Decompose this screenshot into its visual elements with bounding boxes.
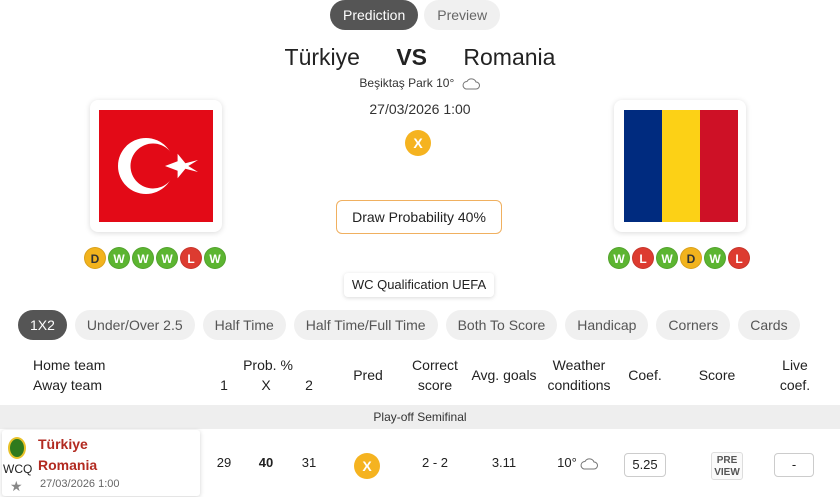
form-badge: D xyxy=(680,247,702,269)
tab-cards[interactable]: Cards xyxy=(738,310,800,340)
section-title: Play-off Semifinal xyxy=(0,405,840,429)
favorite-star-icon[interactable]: ★ xyxy=(10,478,23,495)
away-team-name: Romania xyxy=(463,44,556,70)
row-prob-2: 31 xyxy=(301,455,317,470)
home-team-name: Türkiye xyxy=(284,44,360,70)
header-prob-2: 2 xyxy=(305,377,313,393)
form-badge: W xyxy=(108,247,130,269)
tab-half-full-time[interactable]: Half Time/Full Time xyxy=(293,310,438,340)
header-weather-1: Weather xyxy=(552,357,606,373)
header-prob-1: 1 xyxy=(220,377,228,393)
vs-label: VS xyxy=(396,44,428,70)
team-card[interactable]: WCQ ★ Türkiye Romania 27/03/2026 1:00 xyxy=(2,430,200,496)
form-badge: D xyxy=(84,247,106,269)
header-coef: Coef. xyxy=(628,367,662,383)
match-title: Türkiye VS Romania xyxy=(0,44,840,71)
competition-logo-icon xyxy=(8,437,26,459)
cloud-icon xyxy=(580,458,598,470)
venue-label: Beşiktaş Park 10° xyxy=(359,76,455,90)
tab-prediction[interactable]: Prediction xyxy=(330,0,419,30)
cloud-icon xyxy=(462,78,480,90)
row-prob-1: 29 xyxy=(216,455,232,470)
tab-half-time[interactable]: Half Time xyxy=(202,310,286,340)
preview-button[interactable]: PRE VIEW xyxy=(711,452,743,480)
form-badge: L xyxy=(728,247,750,269)
tab-both-to-score[interactable]: Both To Score xyxy=(445,310,558,340)
header-weather-2: conditions xyxy=(547,377,611,393)
flag-stripe-red xyxy=(700,110,738,222)
header-live-coef-1: Live xyxy=(782,357,808,373)
away-form: W L W D W L xyxy=(608,247,750,269)
row-away-team[interactable]: Romania xyxy=(38,457,97,473)
preview-label-1: PRE xyxy=(716,455,738,466)
form-badge: W xyxy=(132,247,154,269)
romania-flag-icon xyxy=(624,110,738,222)
row-weather-temp: 10° xyxy=(557,455,577,470)
form-badge: L xyxy=(180,247,202,269)
table-row[interactable]: WCQ ★ Türkiye Romania 27/03/2026 1:00 29… xyxy=(0,430,840,497)
header-correct-score-1: Correct xyxy=(412,357,458,373)
header-prob-x: X xyxy=(261,377,271,393)
header-avg-goals: Avg. goals xyxy=(471,367,537,383)
header-prob: Prob. % xyxy=(243,357,293,373)
header-home-team: Home team xyxy=(33,357,106,373)
market-tabs: 1X2 Under/Over 2.5 Half Time Half Time/F… xyxy=(18,310,800,340)
form-badge: W xyxy=(608,247,630,269)
form-badge: W xyxy=(656,247,678,269)
flag-stripe-yellow xyxy=(662,110,700,222)
draw-probability: Draw Probability 40% xyxy=(336,200,502,234)
row-home-team[interactable]: Türkiye xyxy=(38,436,88,452)
tab-preview[interactable]: Preview xyxy=(424,0,501,30)
form-badge: W xyxy=(204,247,226,269)
form-badge: L xyxy=(632,247,654,269)
away-flag[interactable] xyxy=(614,100,746,232)
home-flag[interactable] xyxy=(90,100,222,232)
tab-handicap[interactable]: Handicap xyxy=(565,310,649,340)
form-badge: W xyxy=(156,247,178,269)
row-date: 27/03/2026 1:00 xyxy=(40,478,120,490)
preview-label-2: VIEW xyxy=(714,467,740,478)
turkey-flag-icon xyxy=(99,110,213,222)
row-avg-goals: 3.11 xyxy=(491,455,517,470)
tab-corners[interactable]: Corners xyxy=(656,310,731,340)
row-prediction-badge: X xyxy=(354,453,380,479)
competition-code: WCQ xyxy=(3,462,33,476)
header-away-team: Away team xyxy=(33,377,102,393)
tab-1x2[interactable]: 1X2 xyxy=(18,310,67,340)
top-tabs: Prediction Preview xyxy=(330,0,501,30)
home-form: D W W W L W xyxy=(84,247,226,269)
prediction-badge: X xyxy=(405,130,431,156)
flag-stripe-blue xyxy=(624,110,662,222)
header-pred: Pred xyxy=(353,367,383,383)
tab-under-over[interactable]: Under/Over 2.5 xyxy=(74,310,195,340)
row-prob-x: 40 xyxy=(258,455,274,470)
header-score: Score xyxy=(698,367,736,383)
row-correct-score: 2 - 2 xyxy=(421,455,448,470)
row-live-coef[interactable]: - xyxy=(774,453,814,477)
header-live-coef-2: coef. xyxy=(779,377,811,393)
table-header: Home team Away team Prob. % 1 X 2 Pred C… xyxy=(0,352,840,400)
form-badge: W xyxy=(704,247,726,269)
competition-label[interactable]: WC Qualification UEFA xyxy=(344,273,494,297)
row-coef[interactable]: 5.25 xyxy=(624,453,666,477)
row-weather: 10° xyxy=(548,430,608,496)
header-correct-score-2: score xyxy=(417,377,453,393)
venue: Beşiktaş Park 10° xyxy=(0,76,840,90)
